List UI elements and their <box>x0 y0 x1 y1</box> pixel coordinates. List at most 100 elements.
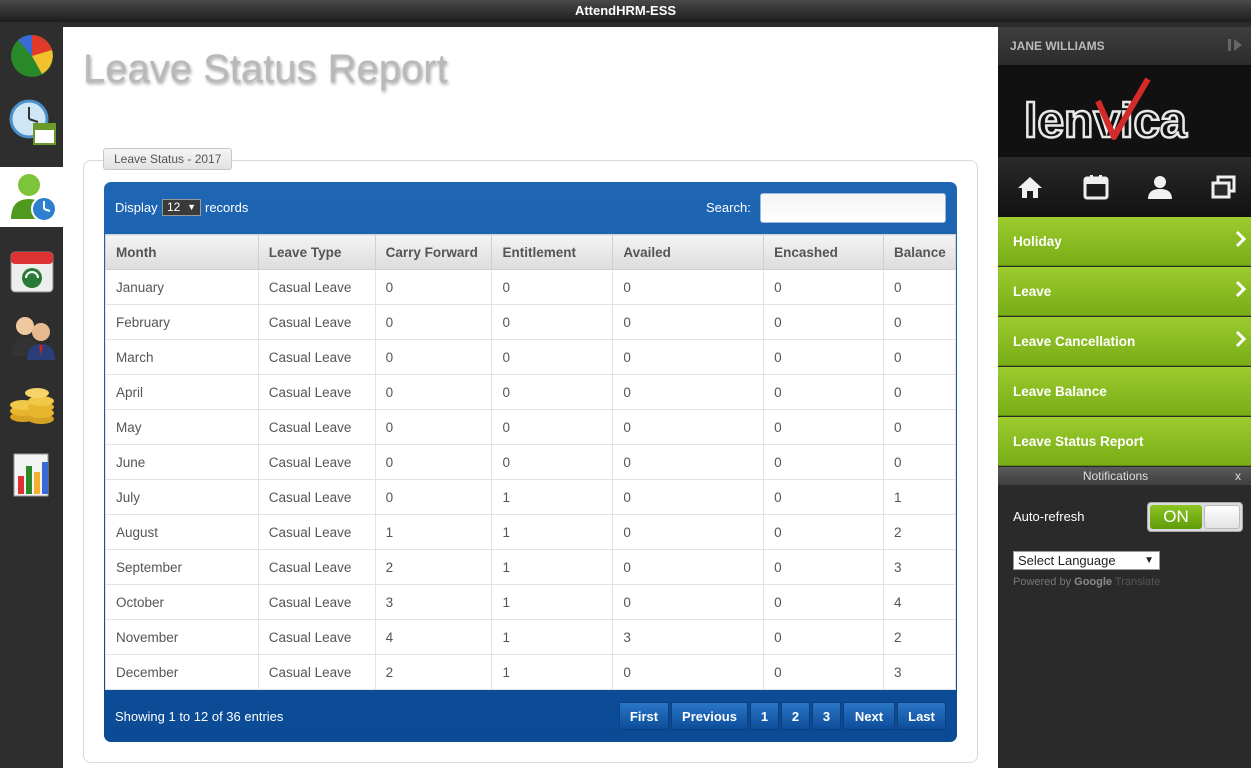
cell-balance: 0 <box>883 444 956 480</box>
cell-carry-forward: 2 <box>374 549 493 585</box>
search-label: Search: <box>706 200 751 215</box>
menu-item-holiday[interactable]: Holiday <box>998 217 1251 266</box>
records-per-page-select[interactable]: 12 ▼ <box>162 199 201 216</box>
cell-balance: 4 <box>883 584 956 620</box>
language-select-value: Select Language <box>1018 553 1116 568</box>
cell-leave-type: Casual Leave <box>257 584 376 620</box>
menu-item-leave-balance[interactable]: Leave Balance <box>998 367 1251 416</box>
cell-month: March <box>105 339 259 375</box>
employee-leave-icon[interactable] <box>0 167 63 227</box>
calendar-icon[interactable] <box>0 240 63 300</box>
user-bar: JANE WILLIAMS <box>998 27 1251 65</box>
column-header-availed[interactable]: Availed <box>612 234 765 270</box>
first-page-button[interactable]: First <box>619 702 669 730</box>
cell-entitlement: 1 <box>491 654 614 690</box>
cell-balance: 0 <box>883 339 956 375</box>
table-row: March Casual Leave 0 0 0 0 0 <box>105 339 956 375</box>
window-icon[interactable] <box>1210 173 1238 201</box>
chevron-down-icon: ▼ <box>187 202 196 212</box>
column-header-entitlement[interactable]: Entitlement <box>491 234 614 270</box>
cell-encashed: 0 <box>763 339 884 375</box>
cell-entitlement: 1 <box>491 514 614 550</box>
table-footer: Showing 1 to 12 of 36 entries First Prev… <box>104 689 957 742</box>
auto-refresh-toggle[interactable]: ON <box>1147 502 1243 532</box>
previous-page-button[interactable]: Previous <box>671 702 748 730</box>
cell-availed: 0 <box>612 444 765 480</box>
cell-encashed: 0 <box>763 374 884 410</box>
dashboard-pie-icon[interactable] <box>0 26 63 86</box>
next-page-button[interactable]: Next <box>843 702 895 730</box>
column-header-encashed[interactable]: Encashed <box>763 234 884 270</box>
table-row: October Casual Leave 3 1 0 0 4 <box>105 584 956 620</box>
cell-entitlement: 0 <box>491 339 614 375</box>
column-header-month[interactable]: Month <box>105 234 259 270</box>
cell-entitlement: 0 <box>491 374 614 410</box>
menu-item-label: Leave Status Report <box>1013 434 1144 449</box>
payroll-coins-icon[interactable] <box>0 374 63 434</box>
main-content: Leave Status Report Leave Status - 2017 … <box>63 27 998 768</box>
cell-entitlement: 1 <box>491 479 614 515</box>
cell-carry-forward: 0 <box>374 269 493 305</box>
cell-encashed: 0 <box>763 409 884 445</box>
calendar-icon[interactable] <box>1082 173 1110 201</box>
cell-entitlement: 1 <box>491 584 614 620</box>
powered-by-google-translate: Powered by Google Translate <box>1013 576 1160 588</box>
user-icon[interactable] <box>1146 173 1174 201</box>
menu-item-leave[interactable]: Leave <box>998 267 1251 316</box>
cell-entitlement: 0 <box>491 269 614 305</box>
cell-leave-type: Casual Leave <box>257 304 376 340</box>
table-row: May Casual Leave 0 0 0 0 0 <box>105 409 956 445</box>
users-icon[interactable] <box>0 307 63 367</box>
translate-link[interactable]: Translate <box>1115 576 1160 588</box>
column-header-leave-type[interactable]: Leave Type <box>257 234 376 270</box>
cell-month: December <box>105 654 259 690</box>
cell-month: May <box>105 409 259 445</box>
cell-leave-type: Casual Leave <box>257 269 376 305</box>
cell-balance: 2 <box>883 619 956 655</box>
menu-item-leave-cancellation[interactable]: Leave Cancellation <box>998 317 1251 366</box>
cell-leave-type: Casual Leave <box>257 374 376 410</box>
home-icon[interactable] <box>1016 173 1044 201</box>
search-input[interactable] <box>760 193 946 223</box>
cell-leave-type: Casual Leave <box>257 654 376 690</box>
cell-month: October <box>105 584 259 620</box>
cell-availed: 0 <box>612 409 765 445</box>
chevron-right-icon <box>1235 230 1247 251</box>
chevron-down-icon: ▼ <box>1144 555 1154 566</box>
page-1-button[interactable]: 1 <box>750 702 779 730</box>
table-row: September Casual Leave 2 1 0 0 3 <box>105 549 956 585</box>
column-header-carry-forward[interactable]: Carry Forward <box>374 234 493 270</box>
cell-leave-type: Casual Leave <box>257 444 376 480</box>
close-icon[interactable]: x <box>1235 469 1241 483</box>
table-row: November Casual Leave 4 1 3 0 2 <box>105 619 956 655</box>
last-page-button[interactable]: Last <box>897 702 946 730</box>
cell-encashed: 0 <box>763 654 884 690</box>
display-label: Display <box>115 200 158 215</box>
cell-balance: 0 <box>883 374 956 410</box>
cell-leave-type: Casual Leave <box>257 619 376 655</box>
table-row: June Casual Leave 0 0 0 0 0 <box>105 444 956 480</box>
cell-carry-forward: 0 <box>374 409 493 445</box>
collapse-sidebar-icon[interactable] <box>1227 37 1245 56</box>
cell-leave-type: Casual Leave <box>257 409 376 445</box>
page-2-button[interactable]: 2 <box>781 702 810 730</box>
menu-item-label: Holiday <box>1013 234 1062 249</box>
column-header-balance[interactable]: Balance <box>883 234 956 270</box>
cell-encashed: 0 <box>763 619 884 655</box>
toggle-state-label: ON <box>1150 505 1202 529</box>
cell-availed: 0 <box>612 374 765 410</box>
cell-encashed: 0 <box>763 269 884 305</box>
powered-by-label: Powered by <box>1013 576 1072 588</box>
menu-item-leave-status-report[interactable]: Leave Status Report <box>998 417 1251 466</box>
language-select[interactable]: Select Language ▼ <box>1013 551 1160 570</box>
cell-balance: 3 <box>883 549 956 585</box>
cell-month: November <box>105 619 259 655</box>
cell-encashed: 0 <box>763 479 884 515</box>
attendance-clock-icon[interactable] <box>0 92 63 152</box>
page-3-button[interactable]: 3 <box>812 702 841 730</box>
cell-availed: 0 <box>612 584 765 620</box>
cell-availed: 0 <box>612 549 765 585</box>
reports-chart-icon[interactable] <box>0 445 63 505</box>
notifications-title: Notifications <box>1082 469 1149 483</box>
cell-month: July <box>105 479 259 515</box>
